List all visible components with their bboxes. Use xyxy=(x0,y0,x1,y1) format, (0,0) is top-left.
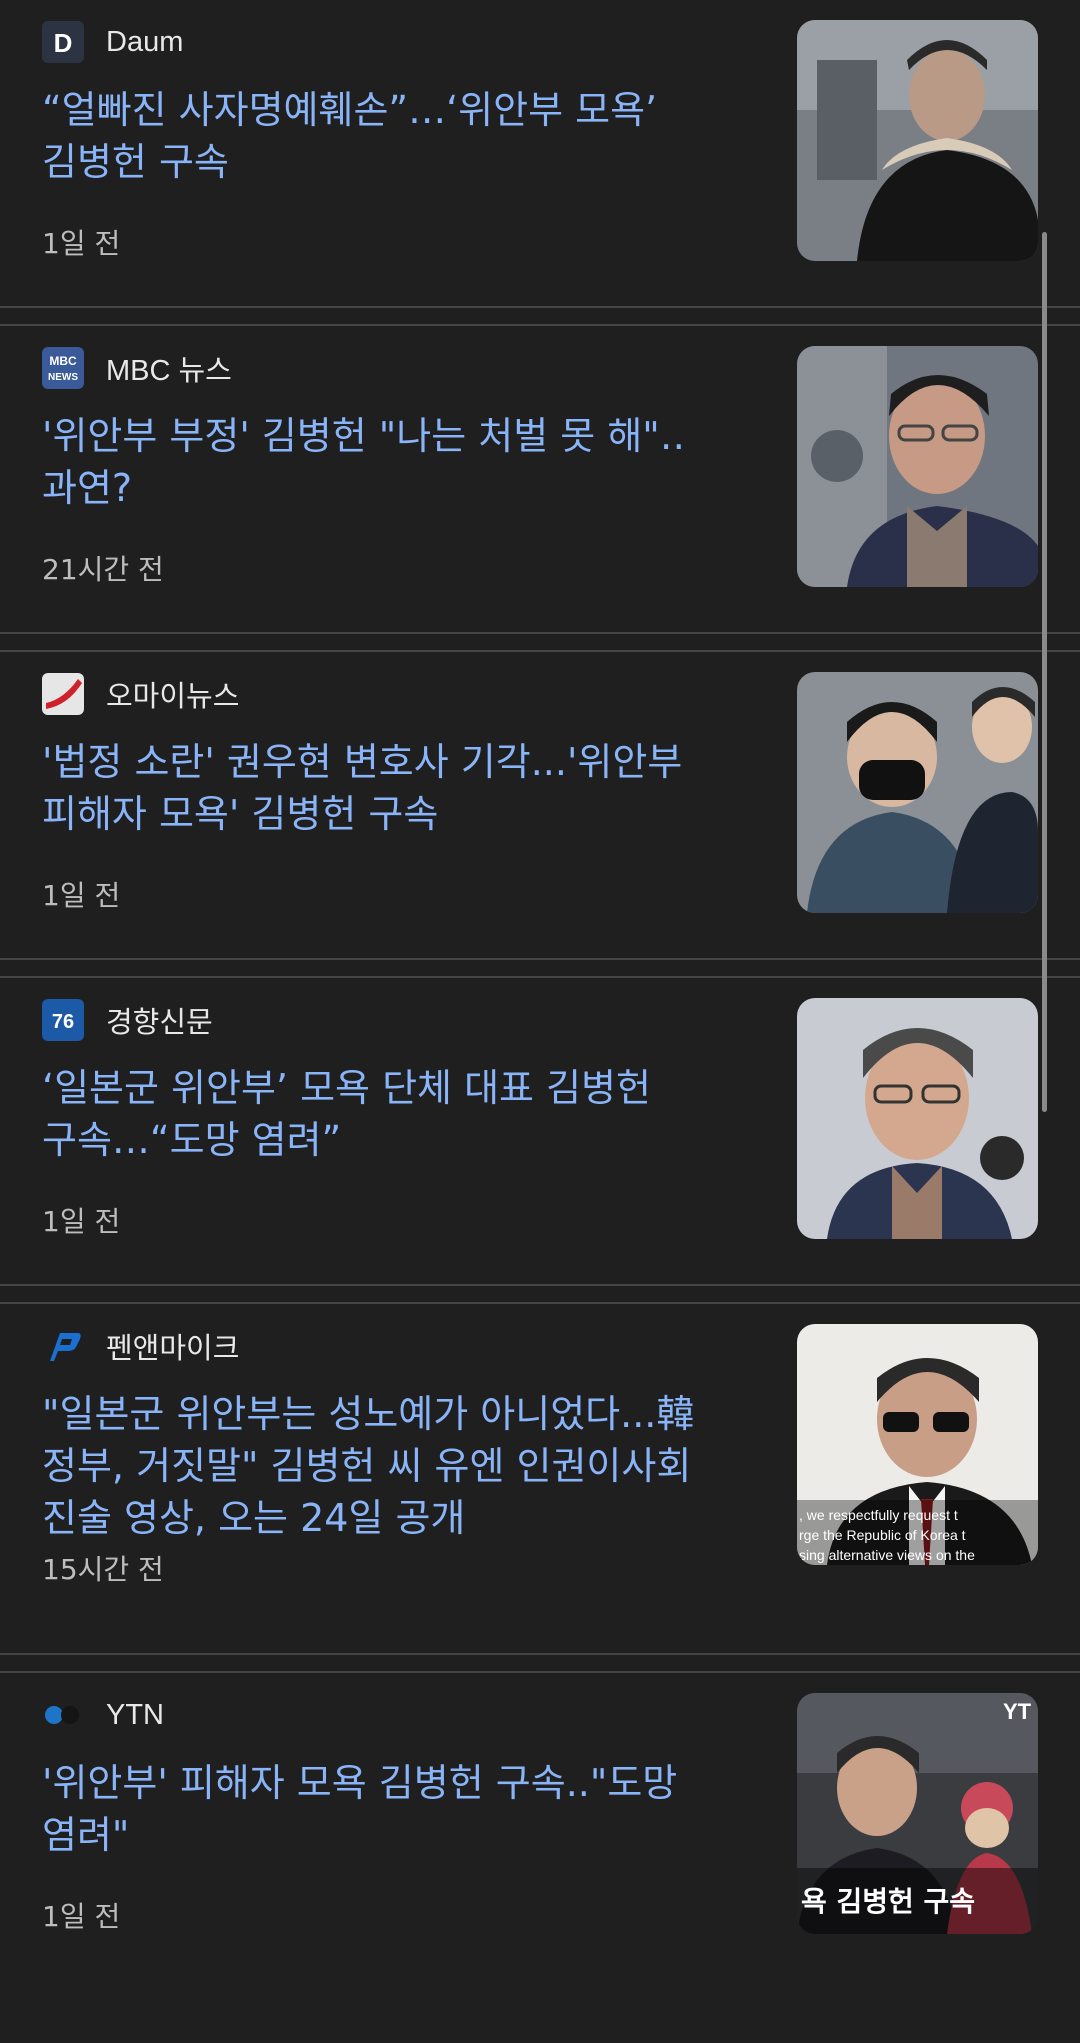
source-name: 경향신문 xyxy=(106,1007,213,1039)
article-thumbnail[interactable]: 욕 김병헌 구속 YT xyxy=(797,1693,1038,1934)
pennmike-logo-icon xyxy=(42,1325,84,1367)
source-name: 오마이뉴스 xyxy=(106,681,240,713)
article-headline[interactable]: '법정 소란' 권우현 변호사 기각...'위안부 피해자 모욕' 김병헌 구속 xyxy=(42,736,742,840)
kyunghyang-logo-icon: 76 xyxy=(42,999,84,1041)
article-card[interactable]: 펜앤마이크 "일본군 위안부는 성노예가 아니었다...韓 정부, 거짓말" 김… xyxy=(0,1304,1080,1653)
divider xyxy=(0,306,1080,326)
source-name: YTN xyxy=(106,1698,164,1731)
scrollbar[interactable] xyxy=(1042,232,1047,1112)
divider xyxy=(0,1284,1080,1304)
source-row: D Daum xyxy=(42,20,183,64)
article-time: 1일 전 xyxy=(42,1205,121,1238)
article-headline[interactable]: “얼빠진 사자명예훼손”…‘위안부 모욕’ 김병헌 구속 xyxy=(42,84,742,188)
divider xyxy=(0,958,1080,978)
article-headline[interactable]: '위안부' 피해자 모욕 김병헌 구속.."도망 염려" xyxy=(42,1757,742,1861)
source-name: MBC 뉴스 xyxy=(106,355,232,387)
article-thumbnail[interactable] xyxy=(797,20,1038,261)
article-card[interactable]: 76 경향신문 ‘일본군 위안부’ 모욕 단체 대표 김병헌 구속…“도망 염려… xyxy=(0,978,1080,1284)
ohmynews-logo-icon xyxy=(42,673,84,715)
svg-text:sing alternative views on the: sing alternative views on the xyxy=(799,1547,975,1563)
article-headline[interactable]: ‘일본군 위안부’ 모욕 단체 대표 김병헌 구속…“도망 염려” xyxy=(42,1062,742,1166)
ytn-badge: YT xyxy=(1003,1699,1032,1724)
article-thumbnail[interactable] xyxy=(797,346,1038,587)
article-card[interactable]: D Daum “얼빠진 사자명예훼손”…‘위안부 모욕’ 김병헌 구속 1일 전 xyxy=(0,0,1080,306)
article-thumbnail[interactable]: , we respectfully request t rge the Repu… xyxy=(797,1324,1038,1565)
source-row: MBC NEWS MBC 뉴스 xyxy=(42,346,232,390)
article-thumbnail[interactable] xyxy=(797,998,1038,1239)
svg-text:MBC: MBC xyxy=(49,354,77,368)
article-headline[interactable]: '위안부 부정' 김병헌 "나는 처벌 못 해"‥과연? xyxy=(42,410,742,514)
article-thumbnail[interactable] xyxy=(797,672,1038,913)
article-time: 1일 전 xyxy=(42,1900,121,1933)
article-card[interactable]: YTN '위안부' 피해자 모욕 김병헌 구속.."도망 염려" 1일 전 욕 … xyxy=(0,1673,1080,1969)
ytn-logo-icon xyxy=(42,1694,84,1736)
mbc-news-logo-icon: MBC NEWS xyxy=(42,347,84,389)
article-time: 15시간 전 xyxy=(42,1553,164,1586)
article-headline[interactable]: "일본군 위안부는 성노예가 아니었다...韓 정부, 거짓말" 김병헌 씨 유… xyxy=(42,1388,742,1544)
thumbnail-caption: 욕 김병헌 구속 xyxy=(801,1885,975,1918)
daum-logo-icon: D xyxy=(42,21,84,63)
source-row: 오마이뉴스 xyxy=(42,672,239,716)
divider xyxy=(0,1653,1080,1673)
source-row: 76 경향신문 xyxy=(42,998,213,1042)
source-name: 펜앤마이크 xyxy=(106,1333,240,1365)
svg-text:rge the Republic of Korea t: rge the Republic of Korea t xyxy=(799,1527,966,1543)
source-row: YTN xyxy=(42,1693,164,1737)
article-card[interactable]: 오마이뉴스 '법정 소란' 권우현 변호사 기각...'위안부 피해자 모욕' … xyxy=(0,652,1080,958)
source-row: 펜앤마이크 xyxy=(42,1324,239,1368)
divider xyxy=(0,632,1080,652)
news-feed: D Daum “얼빠진 사자명예훼손”…‘위안부 모욕’ 김병헌 구속 1일 전 xyxy=(0,0,1080,1969)
svg-text:D: D xyxy=(54,28,73,58)
source-name: Daum xyxy=(106,25,184,58)
svg-text:NEWS: NEWS xyxy=(48,372,78,383)
article-time: 21시간 전 xyxy=(42,553,164,586)
svg-text:, we respectfully request t: , we respectfully request t xyxy=(799,1507,958,1523)
article-card[interactable]: MBC NEWS MBC 뉴스 '위안부 부정' 김병헌 "나는 처벌 못 해"… xyxy=(0,326,1080,632)
svg-text:76: 76 xyxy=(52,1011,74,1033)
article-time: 1일 전 xyxy=(42,879,121,912)
article-time: 1일 전 xyxy=(42,227,121,260)
